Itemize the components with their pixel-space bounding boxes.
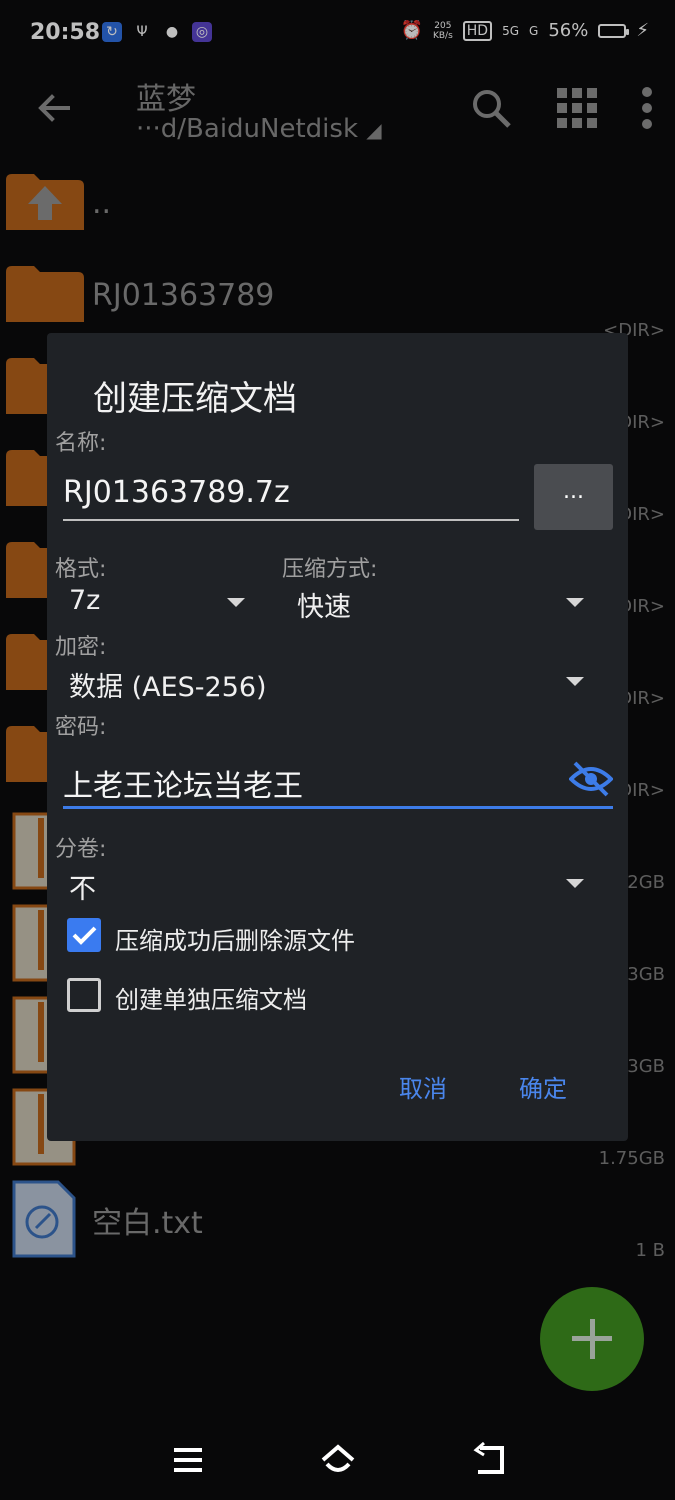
separate-archive-checkbox[interactable] bbox=[67, 978, 101, 1012]
password-label: 密码: bbox=[55, 715, 107, 740]
system-nav-bar bbox=[0, 1420, 675, 1500]
add-fab-button[interactable] bbox=[540, 1287, 644, 1391]
delete-source-checkbox[interactable] bbox=[67, 918, 101, 952]
menu-nav-icon[interactable] bbox=[170, 1442, 206, 1478]
split-value: 不 bbox=[69, 874, 96, 905]
method-label: 压缩方式: bbox=[282, 557, 378, 582]
format-value: 7z bbox=[69, 585, 101, 616]
password-text: 上老王论坛当老王 bbox=[63, 769, 303, 804]
split-dropdown-icon bbox=[566, 879, 584, 888]
method-dropdown-icon bbox=[566, 598, 584, 607]
ok-button[interactable]: 确定 bbox=[519, 1069, 567, 1104]
cancel-button[interactable]: 取消 bbox=[399, 1069, 447, 1104]
method-value: 快速 bbox=[297, 592, 351, 623]
name-label: 名称: bbox=[55, 431, 107, 456]
encrypt-dropdown-icon bbox=[566, 677, 584, 686]
create-archive-dialog: 创建压缩文档 名称: RJ01363789.7z ... 格式: 压缩方式: 7… bbox=[47, 333, 628, 1141]
back-nav-icon[interactable] bbox=[470, 1442, 506, 1478]
format-label: 格式: bbox=[55, 557, 107, 582]
checkmark-icon bbox=[72, 926, 97, 945]
encrypt-label: 加密: bbox=[55, 635, 107, 660]
home-nav-icon[interactable] bbox=[320, 1442, 356, 1478]
encrypt-value: 数据 (AES-256) bbox=[69, 672, 267, 703]
delete-source-label: 压缩成功后删除源文件 bbox=[115, 927, 355, 955]
browse-button[interactable]: ... bbox=[534, 464, 613, 530]
password-visibility-icon[interactable] bbox=[569, 759, 613, 799]
format-dropdown-icon bbox=[227, 598, 245, 607]
split-label: 分卷: bbox=[55, 837, 107, 862]
separate-archive-label: 创建单独压缩文档 bbox=[115, 986, 307, 1014]
dialog-title: 创建压缩文档 bbox=[93, 379, 297, 419]
archive-name-input[interactable]: RJ01363789.7z bbox=[63, 473, 519, 521]
password-input[interactable]: 上老王论坛当老王 bbox=[63, 753, 613, 809]
